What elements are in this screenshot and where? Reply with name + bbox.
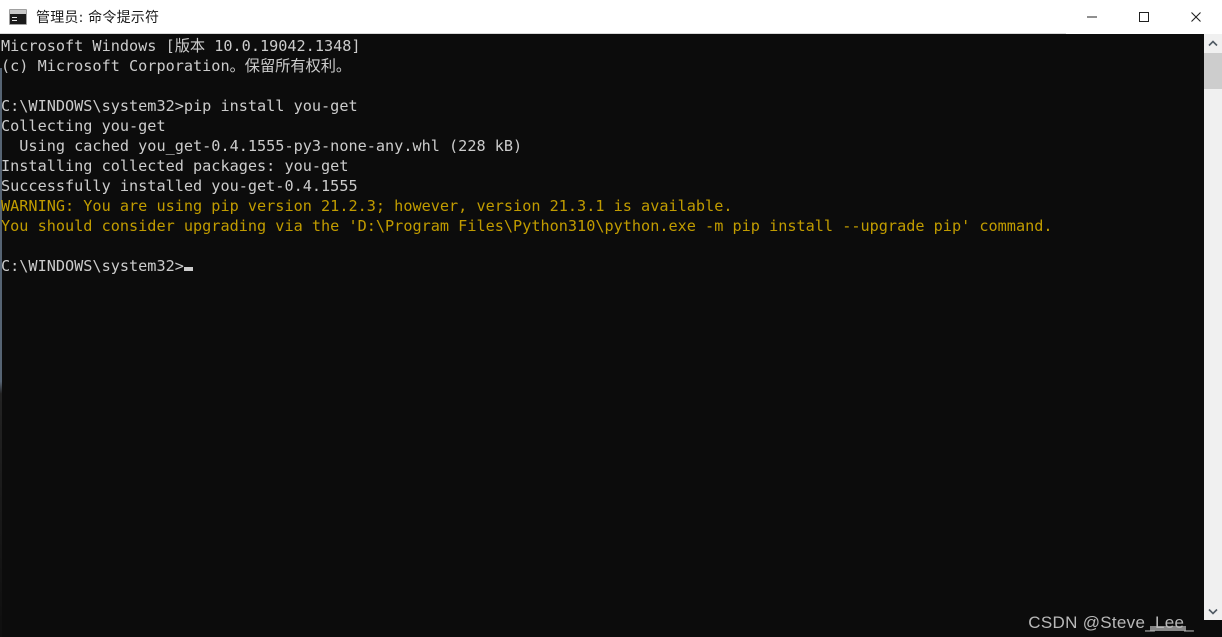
command-prompt-window: 管理员: 命令提示符 Microsoft Windows [版本 10.0.19… xyxy=(0,0,1222,637)
terminal-line: (c) Microsoft Corporation。保留所有权利。 xyxy=(1,57,352,75)
vertical-scrollbar-thumb[interactable] xyxy=(1204,53,1222,89)
terminal-line: WARNING: You are using pip version 21.2.… xyxy=(1,197,733,215)
window-title: 管理员: 命令提示符 xyxy=(36,9,160,26)
window-controls xyxy=(1066,0,1222,34)
chevron-down-icon xyxy=(1208,608,1218,615)
terminal-line: Successfully installed you-get-0.4.1555 xyxy=(1,177,358,195)
terminal-text: Microsoft Windows [版本 10.0.19042.1348] (c… xyxy=(0,36,1053,276)
vertical-scrollbar-track[interactable] xyxy=(1204,52,1222,602)
terminal-line: You should consider upgrading via the 'D… xyxy=(1,217,1053,235)
title-bar[interactable]: 管理员: 命令提示符 xyxy=(0,0,1222,34)
title-bar-left: 管理员: 命令提示符 xyxy=(0,7,1066,27)
minimize-button[interactable] xyxy=(1066,0,1118,34)
maximize-button[interactable] xyxy=(1118,0,1170,34)
minimize-icon xyxy=(1087,16,1097,17)
terminal-line: C:\WINDOWS\system32>pip install you-get xyxy=(1,97,358,115)
chevron-up-icon xyxy=(1208,39,1218,46)
terminal-line: Using cached you_get-0.4.1555-py3-none-a… xyxy=(1,137,523,155)
close-button[interactable] xyxy=(1170,0,1222,34)
terminal-line: Collecting you-get xyxy=(1,117,166,135)
console-icon xyxy=(9,8,27,25)
watermark-text: CSDN @Steve_Lee_ xyxy=(1028,613,1194,632)
scroll-down-button[interactable] xyxy=(1204,602,1222,620)
vertical-scrollbar[interactable] xyxy=(1204,34,1222,620)
terminal-line: Installing collected packages: you-get xyxy=(1,157,349,175)
terminal-cursor xyxy=(183,267,193,271)
terminal-line: Microsoft Windows [版本 10.0.19042.1348] xyxy=(1,37,361,55)
maximize-icon xyxy=(1139,11,1149,22)
terminal-line: C:\WINDOWS\system32> xyxy=(1,256,1053,276)
terminal-output-area[interactable]: Microsoft Windows [版本 10.0.19042.1348] (c… xyxy=(0,34,1222,637)
scroll-up-button[interactable] xyxy=(1204,34,1222,52)
close-icon xyxy=(1191,11,1201,22)
